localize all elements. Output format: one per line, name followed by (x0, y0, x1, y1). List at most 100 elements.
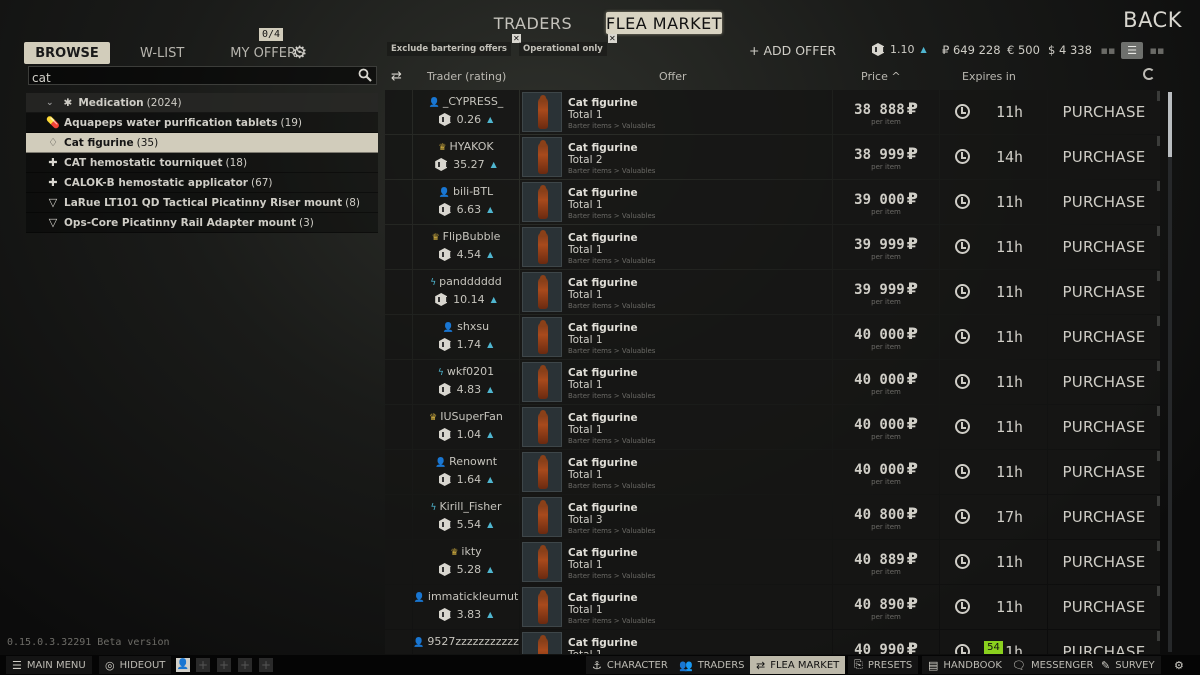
purchase-button[interactable]: PURCHASE ⌄ (1048, 270, 1160, 314)
trader-name[interactable]: ϟ wkf0201 (413, 365, 519, 378)
trader-name[interactable]: ϟ Kirill_Fisher (413, 500, 519, 513)
trader-name[interactable]: 👤 _CYPRESS_ (413, 95, 519, 108)
tree-item[interactable]: ✚ CALOK-B hemostatic applicator (67) (26, 173, 378, 193)
tree-item[interactable]: ▽ Ops-Core Picatinny Rail Adapter mount (3… (26, 213, 378, 233)
survey-button[interactable]: ✎ SURVEY (1095, 656, 1161, 674)
trader-name[interactable]: ϟ pandddddd (413, 275, 519, 288)
item-thumbnail[interactable] (522, 407, 562, 447)
tree-item[interactable]: 💊 Aquapeps water purification tablets (19) (26, 113, 378, 133)
messenger-button[interactable]: 🗨 MESSENGER (1006, 656, 1100, 674)
column-header-offer[interactable]: Offer (659, 70, 687, 83)
tab-flea-market[interactable]: FLEA MARKET (606, 12, 722, 34)
purchase-button[interactable]: PURCHASE ⌄ (1048, 450, 1160, 494)
traders-button[interactable]: 👥 TRADERS (673, 656, 751, 674)
tree-category-medication[interactable]: ⌄ ✱ Medication (2024) (26, 93, 378, 113)
trader-name[interactable]: 👤 Renownt (413, 455, 519, 468)
trader-name[interactable]: ♛ HYAKOK (413, 140, 519, 153)
chevron-down-icon[interactable]: ⌄ (1157, 91, 1160, 101)
party-slot-add-icon[interactable]: + (196, 658, 210, 672)
purchase-button[interactable]: PURCHASE ⌄ (1048, 585, 1160, 629)
settings-button[interactable]: ⚙ (1168, 656, 1195, 674)
chevron-down-icon[interactable]: ⌄ (1157, 316, 1160, 326)
item-thumbnail[interactable] (522, 272, 562, 312)
item-thumbnail[interactable] (522, 452, 562, 492)
chevron-down-icon[interactable]: ⌄ (1157, 361, 1160, 371)
trader-name[interactable]: 👤 9527zzzzzzzzzzz (413, 635, 519, 648)
purchase-button[interactable]: PURCHASE ⌄ (1048, 225, 1160, 269)
purchase-label: PURCHASE (1062, 238, 1146, 256)
party-slot-add-icon[interactable]: + (217, 658, 231, 672)
tab-wishlist[interactable]: W-LIST (130, 42, 194, 64)
tree-item[interactable]: ✚ CAT hemostatic tourniquet (18) (26, 153, 378, 173)
search-icon[interactable] (358, 68, 372, 82)
purchase-button[interactable]: PURCHASE ⌄ (1048, 630, 1160, 654)
trader-name[interactable]: ♛ ikty (413, 545, 519, 558)
item-thumbnail[interactable] (522, 92, 562, 132)
trader-name[interactable]: 👤 shxsu (413, 320, 519, 333)
purchase-button[interactable]: PURCHASE ⌄ (1048, 495, 1160, 539)
purchase-button[interactable]: PURCHASE ⌄ (1048, 540, 1160, 584)
filter-operational-only[interactable]: Operational only ✕ (519, 34, 617, 56)
filter-exclude-bartering[interactable]: Exclude bartering offers ✕ (387, 34, 521, 56)
item-thumbnail[interactable] (522, 587, 562, 627)
item-thumbnail[interactable] (522, 317, 562, 357)
party-slot-user-icon[interactable]: 👤 (176, 658, 190, 672)
handbook-button[interactable]: ▤ HANDBOOK (922, 656, 1008, 674)
settings-gear-icon[interactable]: ⚙ (292, 45, 309, 62)
search-input[interactable] (29, 69, 349, 87)
purchase-button[interactable]: PURCHASE ⌄ (1048, 90, 1160, 134)
column-header-trader[interactable]: Trader (rating) (427, 70, 506, 83)
column-header-expires[interactable]: Expires in (962, 70, 1016, 83)
character-button[interactable]: ⚓ CHARACTER (586, 656, 674, 674)
item-thumbnail[interactable] (522, 227, 562, 267)
purchase-button[interactable]: PURCHASE ⌄ (1048, 360, 1160, 404)
column-header-price[interactable]: Price ^ (861, 70, 901, 83)
chevron-down-icon[interactable]: ⌄ (1157, 586, 1160, 596)
hideout-button[interactable]: ◎ HIDEOUT (99, 656, 172, 674)
trader-name[interactable]: ♛ IUSuperFan (413, 410, 519, 423)
add-offer-button[interactable]: + ADD OFFER (749, 43, 836, 58)
flea-market-button[interactable]: ⇄ FLEA MARKET (750, 656, 846, 674)
chevron-down-icon[interactable]: ⌄ (1157, 271, 1160, 281)
view-grid-large-icon[interactable]: ▪▪ (1146, 42, 1168, 59)
purchase-button[interactable]: PURCHASE ⌄ (1048, 405, 1160, 449)
party-slot-add-icon[interactable]: + (259, 658, 273, 672)
chevron-down-icon[interactable]: ⌄ (1157, 136, 1160, 146)
item-name: Cat figurine (568, 457, 638, 469)
item-thumbnail[interactable] (522, 362, 562, 402)
purchase-button[interactable]: PURCHASE ⌄ (1048, 315, 1160, 359)
chevron-down-icon[interactable]: ⌄ (1157, 541, 1160, 551)
item-thumbnail[interactable] (522, 542, 562, 582)
party-slot-add-icon[interactable]: + (238, 658, 252, 672)
trader-name[interactable]: ♛ FlipBubble (413, 230, 519, 243)
chevron-down-icon[interactable]: ⌄ (1157, 451, 1160, 461)
chevron-down-icon[interactable]: ⌄ (1157, 496, 1160, 506)
purchase-button[interactable]: PURCHASE ⌄ (1048, 135, 1160, 179)
tree-item[interactable]: ▽ LaRue LT101 QD Tactical Picatinny Riser… (26, 193, 378, 213)
item-thumbnail[interactable] (522, 137, 562, 177)
main-menu-button[interactable]: ☰ MAIN MENU (6, 656, 92, 674)
tree-item[interactable]: ♢ Cat figurine (35) (26, 133, 378, 153)
view-grid-small-icon[interactable]: ▪▪ (1097, 42, 1119, 59)
chevron-down-icon[interactable]: ⌄ (1157, 406, 1160, 416)
chevron-down-icon[interactable]: ⌄ (1157, 631, 1160, 641)
offer-cell: Cat figurine Total 1 Barter items > Valu… (520, 180, 832, 224)
refresh-icon[interactable] (1143, 68, 1155, 80)
chevron-down-icon[interactable]: ⌄ (1157, 226, 1160, 236)
item-thumbnail[interactable] (522, 632, 562, 654)
close-icon[interactable]: ✕ (607, 34, 617, 43)
trader-name[interactable]: 👤 bili-BTL (413, 185, 519, 198)
chevron-down-icon[interactable]: ⌄ (46, 98, 54, 108)
chevron-down-icon[interactable]: ⌄ (1157, 181, 1160, 191)
tab-traders[interactable]: TRADERS (490, 12, 576, 34)
trader-name[interactable]: 👤 immatickleurnut (413, 590, 519, 603)
presets-button[interactable]: ⎘ PRESETS (848, 656, 919, 674)
item-thumbnail[interactable] (522, 182, 562, 222)
tab-browse[interactable]: BROWSE (24, 42, 110, 64)
scrollbar-thumb[interactable] (1168, 92, 1172, 157)
purchase-button[interactable]: PURCHASE ⌄ (1048, 180, 1160, 224)
view-list-icon[interactable]: ☰ (1121, 42, 1143, 59)
back-button[interactable]: BACK (1123, 8, 1182, 32)
item-thumbnail[interactable] (522, 497, 562, 537)
offers-scrollbar[interactable] (1168, 92, 1172, 652)
